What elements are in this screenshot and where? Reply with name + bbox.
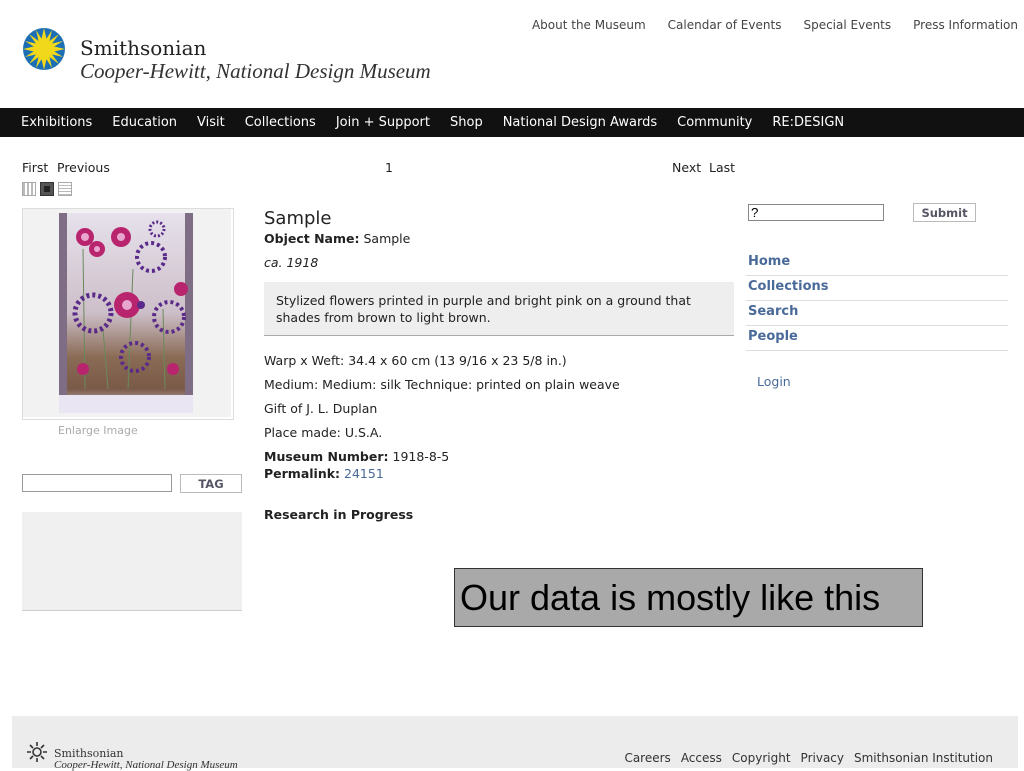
smithsonian-sun-logo-icon[interactable] bbox=[22, 27, 66, 71]
footer-link-access[interactable]: Access bbox=[681, 751, 722, 765]
permalink-label: Permalink: bbox=[264, 466, 341, 481]
side-nav-people[interactable]: People bbox=[746, 327, 1008, 351]
object-medium: Medium: Medium: silk Technique: printed … bbox=[264, 377, 620, 392]
tag-input[interactable] bbox=[22, 474, 172, 492]
submit-button[interactable]: Submit bbox=[913, 203, 976, 222]
object-date: ca. 1918 bbox=[264, 255, 319, 270]
side-nav-search[interactable]: Search bbox=[746, 302, 1008, 326]
footer-link-smithsonian[interactable]: Smithsonian Institution bbox=[854, 751, 993, 765]
object-name-row: Object Name: Sample bbox=[264, 231, 410, 246]
grid-view-icon[interactable] bbox=[22, 182, 36, 196]
object-title: Sample bbox=[264, 208, 332, 229]
object-credit: Gift of J. L. Duplan bbox=[264, 401, 378, 416]
brand-subtitle[interactable]: Cooper-Hewitt, National Design Museum bbox=[80, 59, 431, 84]
slide-caption: Our data is mostly like this bbox=[454, 568, 923, 627]
top-link-press[interactable]: Press Information bbox=[913, 18, 1018, 32]
nav-collections[interactable]: Collections bbox=[245, 115, 316, 130]
museum-number-label: Museum Number: bbox=[264, 449, 389, 464]
object-dimensions: Warp x Weft: 34.4 x 60 cm (13 9/16 x 23 … bbox=[264, 353, 567, 368]
list-view-icon[interactable] bbox=[58, 182, 72, 196]
pager-current-page[interactable]: 1 bbox=[385, 160, 393, 175]
side-nav: Home Collections Search People bbox=[746, 252, 1008, 352]
enlarge-image-link[interactable]: Enlarge Image bbox=[58, 424, 138, 437]
top-link-calendar[interactable]: Calendar of Events bbox=[668, 18, 782, 32]
tags-panel bbox=[22, 512, 242, 611]
permalink-row: Permalink: 24151 bbox=[264, 466, 384, 481]
nav-shop[interactable]: Shop bbox=[450, 115, 483, 130]
side-nav-home[interactable]: Home bbox=[746, 252, 1008, 276]
footer-link-privacy[interactable]: Privacy bbox=[801, 751, 844, 765]
top-link-special-events[interactable]: Special Events bbox=[803, 18, 891, 32]
pager-next[interactable]: Next bbox=[672, 160, 701, 175]
search-input[interactable] bbox=[748, 204, 884, 221]
pager-last[interactable]: Last bbox=[709, 160, 735, 175]
top-link-about[interactable]: About the Museum bbox=[532, 18, 646, 32]
nav-join-support[interactable]: Join + Support bbox=[336, 115, 430, 130]
nav-education[interactable]: Education bbox=[112, 115, 177, 130]
nav-community[interactable]: Community bbox=[677, 115, 752, 130]
object-description: Stylized flowers printed in purple and b… bbox=[264, 282, 734, 336]
footer-links: Careers Access Copyright Privacy Smithso… bbox=[624, 751, 993, 765]
view-mode-toggle bbox=[22, 182, 72, 196]
footer-link-careers[interactable]: Careers bbox=[624, 751, 670, 765]
nav-design-awards[interactable]: National Design Awards bbox=[503, 115, 657, 130]
top-links: About the Museum Calendar of Events Spec… bbox=[532, 18, 1018, 32]
footer-link-copyright[interactable]: Copyright bbox=[732, 751, 791, 765]
textile-sample-image[interactable] bbox=[23, 209, 231, 417]
museum-number-value: 1918-8-5 bbox=[392, 449, 450, 464]
nav-visit[interactable]: Visit bbox=[197, 115, 225, 130]
main-nav: Exhibitions Education Visit Collections … bbox=[0, 108, 1024, 137]
nav-exhibitions[interactable]: Exhibitions bbox=[21, 115, 92, 130]
brand-name[interactable]: Smithsonian bbox=[80, 36, 206, 60]
side-nav-collections[interactable]: Collections bbox=[746, 277, 1008, 301]
object-place: Place made: U.S.A. bbox=[264, 425, 383, 440]
object-image-frame[interactable] bbox=[22, 208, 234, 420]
tag-button[interactable]: TAG bbox=[180, 474, 242, 493]
single-view-icon[interactable] bbox=[40, 182, 54, 196]
pager-previous[interactable]: Previous bbox=[57, 160, 110, 175]
object-name-label: Object Name: bbox=[264, 231, 360, 246]
museum-number-row: Museum Number: 1918-8-5 bbox=[264, 449, 449, 464]
pager-first[interactable]: First bbox=[22, 160, 48, 175]
research-status: Research in Progress bbox=[264, 507, 414, 522]
nav-redesign[interactable]: RE:DESIGN bbox=[772, 115, 844, 130]
footer-sun-logo-icon[interactable] bbox=[26, 741, 48, 763]
permalink-link[interactable]: 24151 bbox=[344, 466, 384, 481]
footer-brand-subtitle[interactable]: Cooper-Hewitt, National Design Museum bbox=[54, 759, 238, 771]
login-link[interactable]: Login bbox=[757, 374, 791, 389]
object-name-value: Sample bbox=[363, 231, 411, 246]
